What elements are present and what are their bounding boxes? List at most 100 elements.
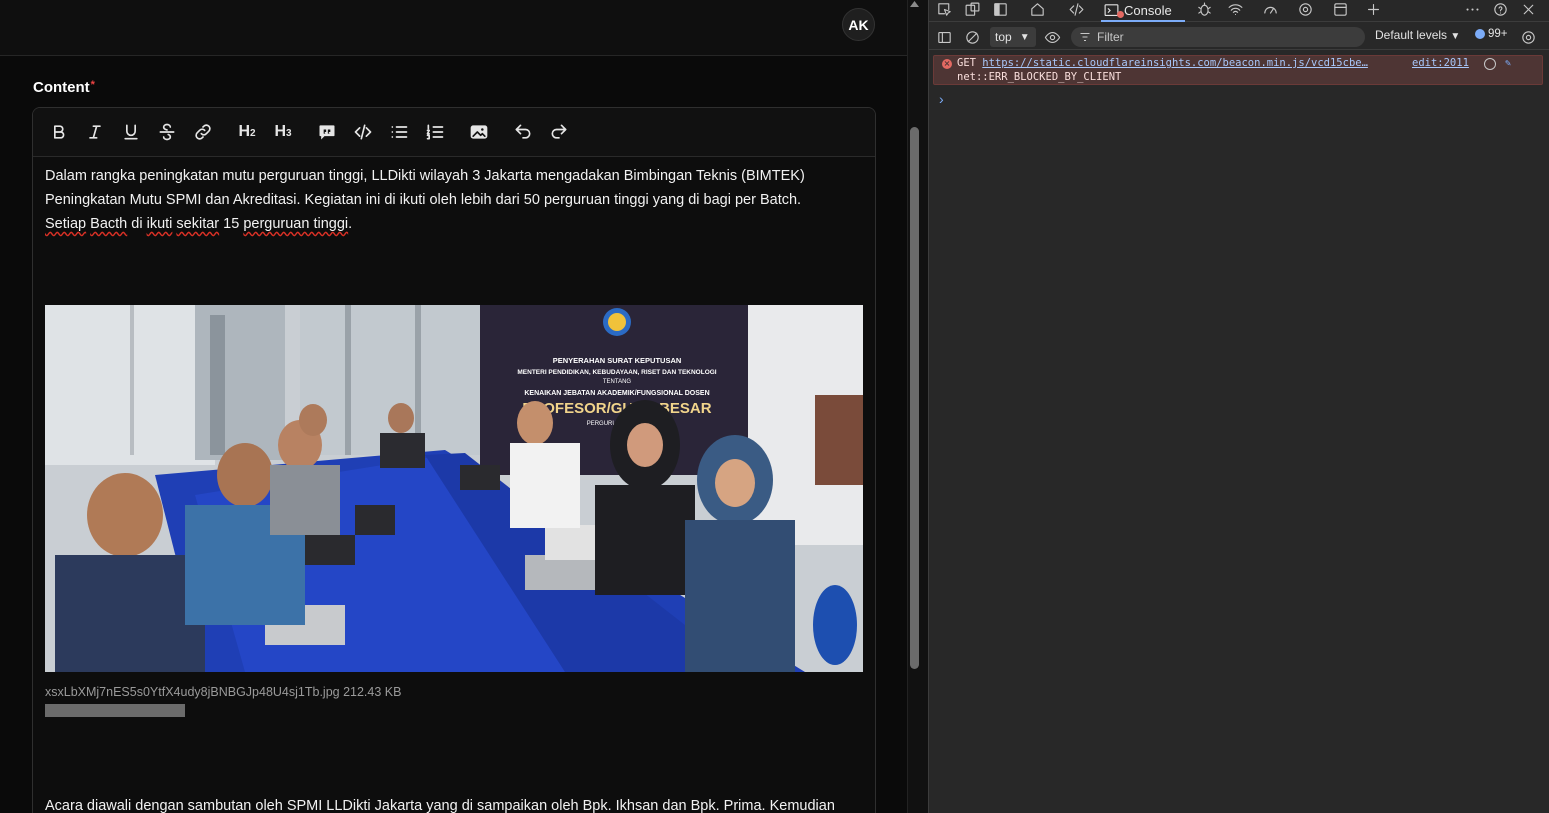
tab-console[interactable]: Console	[1101, 0, 1185, 22]
issues-counter[interactable]: 99+	[1475, 28, 1508, 40]
bullet-list-icon	[391, 126, 408, 138]
heading3-button[interactable]: H3	[271, 120, 295, 144]
more-options-icon[interactable]	[1461, 0, 1483, 18]
error-x-icon: ×	[942, 59, 952, 69]
network-wifi-icon[interactable]	[1224, 0, 1246, 18]
chevron-down-icon: ▼	[1019, 31, 1030, 43]
error-dot-icon	[1117, 11, 1124, 18]
console-settings-gear-icon[interactable]	[1517, 28, 1539, 46]
request-info-icon[interactable]	[1484, 58, 1496, 70]
bold-button[interactable]	[47, 120, 71, 144]
dock-side-icon[interactable]	[989, 0, 1011, 18]
devtools-tab-bar: Console	[929, 0, 1549, 22]
application-icon[interactable]	[1329, 0, 1351, 18]
blockquote-button[interactable]	[315, 120, 339, 144]
cms-app: AK Content* H2 H3 Dalam rangka peningkat…	[0, 0, 907, 813]
link-button[interactable]	[191, 120, 215, 144]
italic-button[interactable]	[83, 120, 107, 144]
undo-button[interactable]	[511, 120, 535, 144]
paragraph-1-text: 15	[219, 216, 244, 232]
heading2-button[interactable]: H2	[235, 120, 259, 144]
chevron-down-icon: ▼	[1450, 31, 1461, 42]
image-caption: xsxLbXMj7nES5s0YtfX4udy8jBNBGJp48U4sj1Tb…	[45, 685, 402, 699]
issues-icon	[1475, 29, 1485, 39]
console-prompt-chevron-icon[interactable]: ›	[939, 91, 944, 107]
screen: AK Content* H2 H3 Dalam rangka peningkat…	[0, 0, 1549, 813]
context-value: top	[995, 30, 1012, 44]
elements-tab-icon[interactable]	[1065, 0, 1087, 18]
settings-gear-icon[interactable]	[1294, 0, 1316, 18]
avatar[interactable]: AK	[842, 8, 875, 41]
paragraph-2[interactable]: Acara diawali dengan sambutan oleh SPMI …	[45, 794, 865, 813]
live-expression-eye-icon[interactable]	[1041, 28, 1063, 46]
console-toolbar: top ▼ Filter Default levels ▼ 99+	[929, 24, 1549, 50]
paragraph-1-text: .	[348, 216, 353, 232]
link-icon	[195, 124, 211, 140]
filter-input[interactable]: Filter	[1071, 27, 1365, 47]
filter-placeholder: Filter	[1097, 30, 1124, 44]
sources-bug-icon[interactable]	[1193, 0, 1215, 18]
underline-icon	[124, 124, 138, 140]
error-url-link[interactable]: https://static.cloudflareinsights.com/be…	[982, 57, 1368, 69]
bold-icon	[54, 125, 65, 139]
console-error-message[interactable]: × GET https://static.cloudflareinsights.…	[933, 55, 1543, 85]
paragraph-1-text: Dalam rangka peningkatan mutu perguruan …	[45, 168, 805, 208]
content-label-text: Content	[33, 79, 90, 96]
banner-line-3: TENTANG	[603, 379, 632, 385]
h3-icon: H3	[274, 123, 292, 140]
misspelled-word: perguruan tinggi	[243, 216, 349, 232]
sidebar-toggle-icon[interactable]	[933, 28, 955, 46]
help-icon[interactable]	[1489, 0, 1511, 18]
misspelled-word: sekitar	[176, 216, 220, 232]
top-bar: AK	[0, 0, 907, 56]
performance-icon[interactable]	[1259, 0, 1281, 18]
page-scrollbar-thumb[interactable]	[910, 127, 919, 669]
group-photo: PENYERAHAN SURAT KEPUTUSAN MENTERI PENDI…	[45, 305, 863, 672]
error-method: GET	[957, 57, 976, 69]
inspect-element-icon[interactable]	[933, 0, 955, 18]
italic-icon	[89, 125, 101, 139]
code-button[interactable]	[351, 120, 375, 144]
redo-button[interactable]	[547, 120, 571, 144]
ordered-list-button[interactable]	[423, 120, 447, 144]
filter-icon	[1080, 33, 1090, 41]
underline-button[interactable]	[119, 120, 143, 144]
context-selector[interactable]: top ▼	[990, 27, 1036, 47]
embedded-photo[interactable]: PENYERAHAN SURAT KEPUTUSAN MENTERI PENDI…	[45, 305, 863, 672]
upload-progress-bar	[45, 704, 185, 717]
device-toolbar-icon[interactable]	[961, 0, 983, 18]
ordered-list-icon	[426, 124, 444, 140]
paragraph-1[interactable]: Dalam rangka peningkatan mutu perguruan …	[45, 164, 845, 236]
bullet-list-button[interactable]	[387, 120, 411, 144]
welcome-home-icon[interactable]	[1026, 0, 1048, 18]
banner-line-1: PENYERAHAN SURAT KEPUTUSAN	[553, 356, 682, 365]
error-text: net::ERR_BLOCKED_BY_CLIENT	[957, 71, 1122, 83]
ai-explain-icon[interactable]: ✎	[1505, 58, 1518, 70]
code-icon	[354, 124, 372, 140]
image-icon	[470, 125, 488, 139]
error-source-link[interactable]: edit:2011	[1412, 57, 1469, 69]
rich-text-editor[interactable]: H2 H3 Dalam rangka peningkatan mutu perg…	[32, 107, 876, 813]
image-button[interactable]	[467, 120, 491, 144]
strikethrough-icon	[159, 123, 175, 141]
clear-console-icon[interactable]	[961, 28, 983, 46]
error-request-line: GET https://static.cloudflareinsights.co…	[957, 57, 1368, 69]
content-label: Content*	[33, 79, 95, 96]
banner-line-4: KENAIKAN JEBATAN AKADEMIK/FUNGSIONAL DOS…	[524, 390, 709, 397]
strikethrough-button[interactable]	[155, 120, 179, 144]
misspelled-word: ikuti	[146, 216, 173, 232]
log-levels-label: Default levels	[1375, 28, 1448, 42]
quote-icon	[319, 125, 335, 140]
tab-console-label: Console	[1124, 2, 1172, 18]
required-mark: *	[90, 79, 95, 91]
banner-line-2: MENTERI PENDIDIKAN, KEBUDAYAAN, RISET DA…	[517, 369, 716, 376]
log-levels-dropdown[interactable]: Default levels ▼	[1375, 28, 1460, 42]
more-tools-plus-icon[interactable]	[1362, 0, 1384, 18]
undo-icon	[515, 124, 531, 139]
devtools-panel: Console top ▼ Filter Default levels ▼ 99+	[928, 0, 1549, 813]
editor-toolbar: H2 H3	[33, 108, 875, 157]
close-icon[interactable]	[1517, 0, 1539, 18]
paragraph-1-text: di	[127, 216, 147, 232]
misspelled-word: Setiap	[45, 216, 87, 232]
scroll-up-arrow-icon[interactable]	[910, 0, 919, 8]
